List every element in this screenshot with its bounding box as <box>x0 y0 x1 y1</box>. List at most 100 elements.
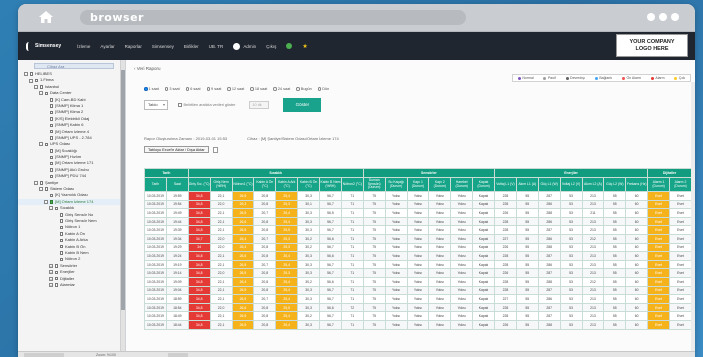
tree-checkbox[interactable] <box>54 206 58 211</box>
copy-icon[interactable] <box>212 146 218 153</box>
report-scrollbar[interactable] <box>691 82 695 351</box>
tree-checkbox[interactable] <box>49 104 53 108</box>
tree-checkbox[interactable] <box>59 251 63 255</box>
tree-checkbox[interactable] <box>54 283 58 287</box>
tree-checkbox[interactable] <box>49 161 53 166</box>
tree-toggle-icon[interactable]: - <box>34 180 38 185</box>
tree-checkbox[interactable] <box>39 85 43 89</box>
column-header[interactable]: Akım L2 (A) <box>581 177 605 192</box>
window-dot-icon[interactable] <box>671 13 679 21</box>
menu-item[interactable]: Birlikler <box>184 43 199 50</box>
column-header[interactable]: Giriş Nem (%RH) <box>209 177 233 192</box>
tree-checkbox[interactable] <box>59 232 63 236</box>
time-range-radio[interactable]: 6 saat <box>185 87 201 91</box>
column-header[interactable]: Duman Sensörü (Durum) <box>362 177 386 192</box>
menu-item[interactable]: Raporlar <box>125 43 142 50</box>
column-header[interactable]: Alarm 1 (Durum) <box>647 177 670 192</box>
table-row[interactable]: 10.03.2019 19:09 34,8 22,1 26,4 20,8 25,4 30,2 5… <box>144 276 692 287</box>
column-header[interactable]: Kapı 2 (Durum) <box>428 177 452 192</box>
time-range-radio[interactable]: 3 saat <box>164 87 180 91</box>
column-header[interactable]: Su Kaçağı (Durum) <box>384 177 408 192</box>
tree-checkbox[interactable] <box>49 98 53 102</box>
tree-checkbox[interactable] <box>49 123 53 128</box>
tree-checkbox[interactable] <box>44 91 48 96</box>
radio-circle[interactable] <box>317 87 322 91</box>
column-header[interactable]: Voltaj L1 (V) <box>494 177 517 192</box>
table-row[interactable]: 10.03.2019 19:14 34,8 22,0 26,5 20,8 25,3 30,3 5… <box>144 268 692 278</box>
radio-circle[interactable] <box>227 87 231 91</box>
time-range-radio[interactable]: 18 saat <box>250 87 267 91</box>
column-header[interactable]: Giriş Sıc. (°C) <box>187 177 211 192</box>
tree-checkbox[interactable] <box>54 270 58 275</box>
menu-item[interactable]: Admin <box>233 42 256 50</box>
window-dot-icon[interactable] <box>647 13 655 21</box>
column-header[interactable]: Nötron1 (°C) <box>231 177 255 192</box>
table-row[interactable]: 10.03.2019 19:29 34 22,0 26,4 20,8 25,3 30,2 56,… <box>144 242 692 253</box>
tree-checkbox[interactable] <box>39 181 43 185</box>
tree-checkbox[interactable] <box>29 72 33 76</box>
tree-checkbox[interactable] <box>49 117 53 121</box>
table-row[interactable]: 10.03.2019 19:49 34,8 22,1 26,5 20,7 25,4 30,3 5… <box>144 208 692 218</box>
tree-checkbox[interactable] <box>59 213 63 217</box>
table-row[interactable]: 10.03.2019 18:54 34,8 22,0 26,6 20,8 25,5 30,3 5… <box>144 302 692 313</box>
table-row[interactable]: 10.03.2019 19:59 34,8 22,1 26,5 20,8 25,4 30,3 5… <box>144 191 692 201</box>
tree-checkbox[interactable] <box>54 264 58 268</box>
radio-circle[interactable] <box>164 87 169 91</box>
checkbox-box[interactable] <box>178 103 182 107</box>
tree-search-input[interactable]: Cihaz Ara <box>34 63 114 69</box>
column-header[interactable]: Kapı 1 (Durum) <box>406 177 430 192</box>
favorite-icon[interactable]: ★ <box>302 43 307 50</box>
table-row[interactable]: 10.03.2019 19:19 34,8 22,1 26,5 20,7 25,4 30,3 5… <box>144 259 692 270</box>
step-select[interactable]: 10 dk <box>249 101 270 109</box>
table-row[interactable]: 10.03.2019 18:44 34,8 22,1 26,5 20,8 25,4 30,3 5… <box>144 319 692 330</box>
radio-circle[interactable] <box>185 87 190 91</box>
column-header[interactable]: Kapak (Durum) <box>472 177 495 192</box>
table-row[interactable]: 10.03.2019 18:49 34,8 22,1 26,5 20,8 25,4 30,2 5… <box>144 311 692 321</box>
column-header[interactable]: Güç L1 (W) <box>537 177 561 192</box>
column-header[interactable]: Kabin A Ark (°C) <box>275 177 299 192</box>
radio-circle[interactable] <box>273 87 277 91</box>
tree-checkbox[interactable] <box>59 257 63 262</box>
column-header[interactable]: Kabin A Ön (°C) <box>253 177 277 192</box>
tree-toggle-icon[interactable]: - <box>24 72 28 77</box>
tree-checkbox[interactable] <box>49 193 53 198</box>
status-online-icon[interactable] <box>286 42 293 49</box>
tree-checkbox[interactable] <box>59 225 63 230</box>
tree-toggle-icon[interactable]: - <box>44 200 48 204</box>
sidebar-scrollbar[interactable] <box>121 60 125 351</box>
tree-toggle-icon[interactable]: - <box>39 142 43 147</box>
tree-checkbox[interactable] <box>44 187 48 191</box>
tree-checkbox[interactable] <box>59 244 63 249</box>
radio-circle[interactable] <box>206 87 211 91</box>
column-header[interactable]: Alarm 2 (Durum) <box>669 177 692 192</box>
tree-checkbox[interactable] <box>49 200 53 204</box>
column-header[interactable]: Tarih <box>144 177 167 192</box>
tree-toggle-icon[interactable]: - <box>34 84 38 89</box>
menu-item[interactable]: Çıkış <box>266 43 276 50</box>
column-header[interactable]: Kabin B Nem (%RH) <box>319 177 342 192</box>
tree-toggle-icon[interactable]: - <box>39 91 43 96</box>
time-range-radio[interactable]: 12 saat <box>227 87 244 91</box>
tree-toggle-icon[interactable]: + <box>49 263 53 268</box>
tree-checkbox[interactable] <box>59 219 63 223</box>
radio-circle[interactable] <box>250 87 254 91</box>
tree-checkbox[interactable] <box>49 149 53 153</box>
column-header[interactable]: Voltaj L2 (V) <box>559 177 583 192</box>
export-excel-button[interactable]: Tabloyu Excel'e Aktar / Dışa Aktar <box>144 146 209 153</box>
menu-item[interactable]: İzleme <box>77 43 90 50</box>
page-title[interactable]: ‹ Veri Raporu <box>134 66 161 71</box>
table-row[interactable]: 10.03.2019 18:59 34,8 22,1 26,5 20,7 25,4 30,3 5… <box>144 294 692 304</box>
home-icon[interactable] <box>38 10 54 24</box>
browser-address-bar[interactable]: browser <box>80 10 466 25</box>
tree-checkbox[interactable] <box>49 174 53 179</box>
menu-item[interactable]: Ayarlar <box>100 43 114 50</box>
tree-toggle-icon[interactable]: + <box>49 276 53 281</box>
time-range-radio[interactable]: Dün <box>317 87 329 91</box>
tree-checkbox[interactable] <box>49 129 53 134</box>
table-row[interactable]: 10.03.2019 19:24 34,8 22,1 26,5 20,8 25,4 30,3 5… <box>144 251 692 261</box>
column-header[interactable]: Saat <box>165 177 189 192</box>
table-row[interactable]: 10.03.2019 19:54 34,8 22,0 26,3 20,8 25,3 30,1 5… <box>144 199 692 210</box>
tree-toggle-icon[interactable]: - <box>39 187 43 192</box>
tree-toggle-icon[interactable]: + <box>49 270 53 275</box>
menu-item[interactable]: UB. TR <box>209 43 224 50</box>
